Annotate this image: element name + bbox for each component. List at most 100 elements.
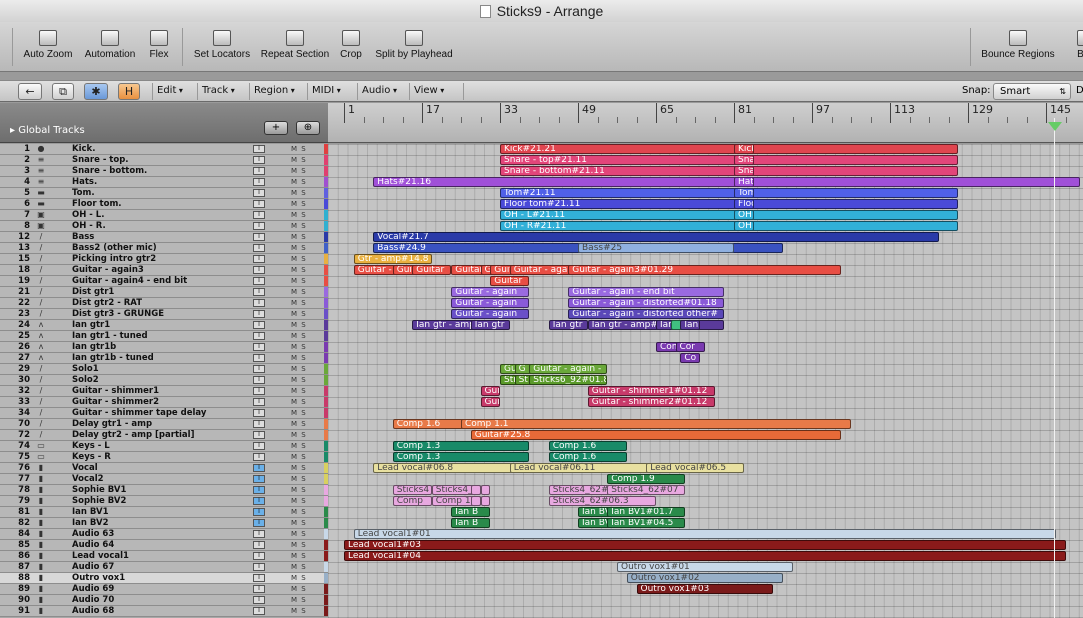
mute-solo-buttons[interactable]: M S bbox=[291, 310, 319, 318]
track-header[interactable]: 70 / Delay gtr1 - amp I M S bbox=[0, 419, 328, 430]
region[interactable]: Hats#21.16 bbox=[373, 177, 1080, 187]
region[interactable]: Sna bbox=[734, 155, 754, 165]
mute-solo-buttons[interactable]: M S bbox=[291, 211, 319, 219]
region[interactable]: Comp 1.1 bbox=[461, 419, 851, 429]
input-monitor-button[interactable]: I bbox=[253, 442, 265, 450]
track-header[interactable]: 4 ≡ Hats. I M S bbox=[0, 177, 328, 188]
input-monitor-button[interactable]: I bbox=[253, 541, 265, 549]
region[interactable]: Kick bbox=[734, 144, 754, 154]
mute-solo-buttons[interactable]: M S bbox=[291, 321, 319, 329]
input-monitor-button[interactable]: I bbox=[253, 222, 265, 230]
input-monitor-button[interactable]: I bbox=[253, 530, 265, 538]
region[interactable]: Guitar bbox=[412, 265, 452, 275]
catch-button[interactable]: ✱ bbox=[84, 83, 108, 100]
menu-region[interactable]: Region bbox=[250, 83, 308, 100]
toolbar-set-locators-button[interactable]: Set Locators bbox=[192, 26, 252, 70]
region[interactable]: Ian gtr bbox=[548, 320, 588, 330]
input-monitor-button[interactable]: I bbox=[253, 552, 265, 560]
mute-solo-buttons[interactable]: M S bbox=[291, 343, 319, 351]
track-header[interactable]: 33 / Guitar - shimmer2 I M S bbox=[0, 397, 328, 408]
region[interactable]: Lead vocal1#03 bbox=[344, 540, 1066, 550]
mute-solo-buttons[interactable]: M S bbox=[291, 365, 319, 373]
track-header[interactable]: 12 / Bass I M S bbox=[0, 232, 328, 243]
mute-solo-buttons[interactable]: M S bbox=[291, 431, 319, 439]
track-header[interactable]: 6 ▬ Floor tom. I M S bbox=[0, 199, 328, 210]
mute-solo-buttons[interactable]: M S bbox=[291, 607, 319, 615]
playhead[interactable] bbox=[1054, 118, 1055, 618]
region[interactable]: Guitar - again bbox=[451, 287, 530, 297]
mute-solo-buttons[interactable]: M S bbox=[291, 233, 319, 241]
region[interactable]: Comp bbox=[392, 496, 432, 506]
region[interactable]: Ian B bbox=[451, 518, 491, 528]
track-header[interactable]: 75 ▭ Keys - R I M S bbox=[0, 452, 328, 463]
input-monitor-button[interactable]: I bbox=[253, 310, 265, 318]
mute-solo-buttons[interactable]: M S bbox=[291, 167, 319, 175]
track-header[interactable]: 2 ≡ Snare - top. I M S bbox=[0, 155, 328, 166]
track-header[interactable]: 81 ▮ Ian BV1 I M S bbox=[0, 507, 328, 518]
input-monitor-button[interactable]: I bbox=[253, 233, 265, 241]
mute-solo-buttons[interactable]: M S bbox=[291, 497, 319, 505]
playhead-marker[interactable] bbox=[1048, 122, 1062, 131]
track-header[interactable]: 72 / Delay gtr2 - amp [partial] I M S bbox=[0, 430, 328, 441]
track-header[interactable]: 24 ʌ Ian gtr1 I M S bbox=[0, 320, 328, 331]
input-monitor-button[interactable]: I bbox=[253, 453, 265, 461]
region[interactable]: Vocal#21.7 bbox=[373, 232, 939, 242]
region[interactable]: Guitar - again - bbox=[529, 364, 608, 374]
region[interactable]: Comp 1.9 bbox=[607, 474, 686, 484]
input-monitor-button[interactable]: I bbox=[253, 585, 265, 593]
track-header[interactable]: 84 ▮ Audio 63 I M S bbox=[0, 529, 328, 540]
region[interactable]: Sna bbox=[734, 166, 754, 176]
input-monitor-button[interactable]: I bbox=[253, 299, 265, 307]
region[interactable]: Ian BV1#04.5 bbox=[607, 518, 686, 528]
track-header[interactable]: 23 / Dist gtr3 - GRUNGE I M S bbox=[0, 309, 328, 320]
track-header[interactable]: 90 ▮ Audio 70 I M S bbox=[0, 595, 328, 606]
region[interactable]: Floo bbox=[734, 199, 754, 209]
region[interactable]: Snare - bottom#21.11 bbox=[500, 166, 959, 176]
input-monitor-button[interactable]: I bbox=[253, 486, 265, 494]
input-monitor-button[interactable]: I bbox=[253, 178, 265, 186]
mute-solo-buttons[interactable]: M S bbox=[291, 409, 319, 417]
mute-solo-buttons[interactable]: M S bbox=[291, 244, 319, 252]
add-track-button[interactable]: + bbox=[264, 121, 288, 135]
track-header[interactable]: 21 / Dist gtr1 I M S bbox=[0, 287, 328, 298]
input-monitor-button[interactable]: I bbox=[253, 508, 265, 516]
region[interactable]: OH bbox=[734, 210, 754, 220]
region[interactable]: Outro vox1#01 bbox=[617, 562, 793, 572]
input-monitor-button[interactable]: I bbox=[253, 563, 265, 571]
region[interactable]: OH bbox=[734, 221, 754, 231]
track-header[interactable]: 89 ▮ Audio 69 I M S bbox=[0, 584, 328, 595]
mute-solo-buttons[interactable]: M S bbox=[291, 475, 319, 483]
input-monitor-button[interactable]: I bbox=[253, 475, 265, 483]
region[interactable]: Snare - top#21.11 bbox=[500, 155, 959, 165]
mute-solo-buttons[interactable]: M S bbox=[291, 200, 319, 208]
toolbar-repeat-section-button[interactable]: Repeat Section bbox=[259, 26, 331, 70]
region[interactable]: OH - L#21.11 bbox=[500, 210, 959, 220]
region[interactable] bbox=[480, 496, 491, 506]
track-header[interactable]: 18 / Guitar - again3 I M S bbox=[0, 265, 328, 276]
input-monitor-button[interactable]: I bbox=[253, 156, 265, 164]
region[interactable]: Guitar - again bbox=[451, 309, 530, 319]
track-header[interactable]: 34 / Guitar - shimmer tape delay I M S bbox=[0, 408, 328, 419]
input-monitor-button[interactable]: I bbox=[253, 464, 265, 472]
input-monitor-button[interactable]: I bbox=[253, 244, 265, 252]
menu-edit[interactable]: Edit bbox=[152, 83, 198, 100]
region[interactable]: Guitar - again3#01.29 bbox=[568, 265, 842, 275]
input-monitor-button[interactable]: I bbox=[253, 255, 265, 263]
region[interactable]: Cor bbox=[675, 342, 705, 352]
track-header[interactable]: 87 ▮ Audio 67 I M S bbox=[0, 562, 328, 573]
region[interactable]: Ian B bbox=[451, 507, 491, 517]
input-monitor-button[interactable]: I bbox=[253, 343, 265, 351]
track-header[interactable]: 29 / Solo1 I M S bbox=[0, 364, 328, 375]
menu-audio[interactable]: Audio bbox=[358, 83, 410, 100]
menu-view[interactable]: View bbox=[410, 83, 464, 100]
track-header[interactable]: 8 ▣ OH - R. I M S bbox=[0, 221, 328, 232]
region[interactable]: Tom bbox=[734, 188, 754, 198]
mute-solo-buttons[interactable]: M S bbox=[291, 222, 319, 230]
region[interactable] bbox=[480, 485, 491, 495]
toolbar-flex-button[interactable]: Flex bbox=[146, 26, 172, 70]
link-button[interactable]: ⧉ bbox=[52, 83, 74, 100]
region[interactable]: Guitar - again - distorted#01.18 bbox=[568, 298, 725, 308]
track-header[interactable]: 3 ≡ Snare - bottom. I M S bbox=[0, 166, 328, 177]
toolbar-automation-button[interactable]: Automation bbox=[80, 26, 140, 70]
hide-button[interactable]: H bbox=[118, 83, 140, 100]
